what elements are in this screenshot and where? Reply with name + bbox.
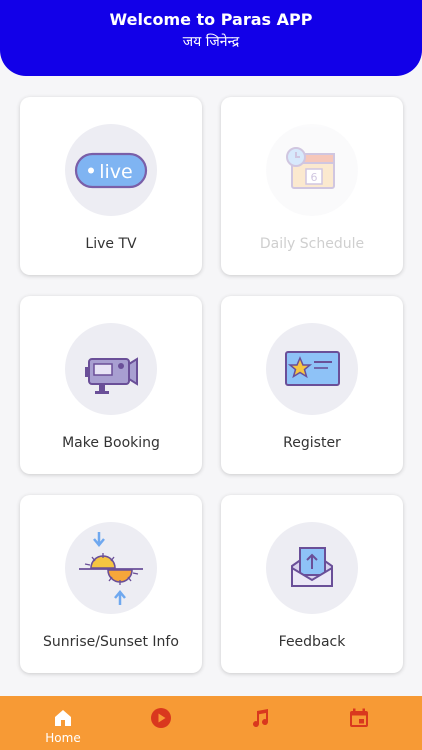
tile-label: Live TV	[85, 236, 137, 252]
tile-live-tv[interactable]: live Live TV	[20, 97, 202, 275]
calendar-icon-text: 6	[311, 171, 318, 184]
music-note-icon	[253, 709, 269, 728]
tile-sunrise-sunset[interactable]: Sunrise/Sunset Info	[20, 495, 202, 673]
calendar-clock-icon: 6	[266, 124, 358, 216]
bottom-nav: Home	[0, 696, 422, 750]
header-subtitle: जय जिनेन्द्र	[182, 34, 240, 50]
tile-feedback[interactable]: Feedback	[221, 495, 403, 673]
nav-home[interactable]: Home	[33, 696, 93, 750]
tile-label: Register	[283, 435, 341, 451]
header-title: Welcome to Paras APP	[109, 10, 313, 29]
tile-label: Feedback	[278, 634, 346, 650]
tile-label: Make Booking	[62, 435, 160, 451]
tile-label: Daily Schedule	[259, 236, 365, 252]
sunrise-sunset-icon	[65, 522, 157, 614]
tile-daily-schedule[interactable]: 6 Daily Schedule	[221, 97, 403, 275]
mail-upload-icon	[266, 522, 358, 614]
tile-register[interactable]: Register	[221, 296, 403, 474]
nav-calendar[interactable]	[329, 696, 389, 750]
calendar-icon	[350, 708, 368, 727]
app-header: Welcome to Paras APP जय जिनेन्द्र	[0, 0, 422, 76]
video-camera-icon	[65, 323, 157, 415]
home-icon	[55, 710, 71, 726]
star-card-icon	[266, 323, 358, 415]
live-tv-icon: live	[65, 124, 157, 216]
play-circle-icon	[151, 708, 171, 728]
nav-music[interactable]	[230, 696, 290, 750]
nav-play[interactable]	[131, 696, 191, 750]
nav-home-label: Home	[45, 731, 81, 745]
tile-make-booking[interactable]: Make Booking	[20, 296, 202, 474]
tile-label: Sunrise/Sunset Info	[43, 634, 179, 650]
live-icon-text: live	[99, 161, 133, 183]
